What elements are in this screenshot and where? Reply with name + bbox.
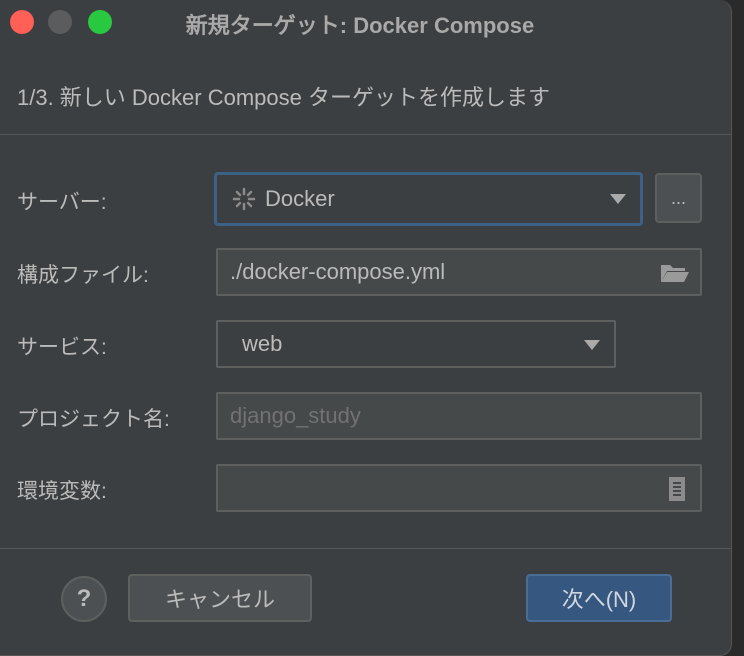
dialog-window: 新規ターゲット: Docker Compose 1/3. 新しい Docker …	[0, 0, 732, 656]
document-icon[interactable]	[668, 476, 686, 502]
footer-divider	[0, 548, 731, 549]
help-button[interactable]: ?	[61, 576, 107, 622]
project-name-input[interactable]: django_study	[216, 392, 702, 440]
config-file-input[interactable]: ./docker-compose.yml	[216, 248, 702, 296]
service-value: web	[242, 331, 283, 356]
folder-icon[interactable]	[660, 263, 690, 283]
project-name-placeholder: django_study	[230, 403, 361, 428]
loading-spinner-icon	[232, 187, 256, 211]
step-subtitle: 1/3. 新しい Docker Compose ターゲットを作成します	[17, 85, 550, 110]
server-label: サーバー:	[17, 191, 107, 214]
next-button[interactable]: 次へ(N)	[526, 574, 672, 622]
config-file-label: 構成ファイル:	[17, 264, 149, 287]
service-select[interactable]: web	[216, 320, 616, 368]
window-title: 新規ターゲット: Docker Compose	[185, 13, 535, 38]
server-value: Docker	[265, 186, 335, 211]
cancel-button[interactable]: キャンセル	[128, 574, 312, 622]
config-file-value: ./docker-compose.yml	[230, 259, 446, 284]
env-vars-label: 環境変数:	[17, 480, 107, 503]
project-name-label: プロジェクト名:	[17, 408, 170, 431]
server-more-button[interactable]: ...	[655, 173, 702, 223]
chevron-down-icon	[610, 194, 626, 204]
service-label: サービス:	[17, 336, 107, 359]
env-vars-input[interactable]	[216, 464, 702, 512]
chevron-down-icon	[584, 340, 600, 350]
header-divider	[0, 134, 731, 135]
server-select[interactable]: Docker	[214, 172, 643, 226]
